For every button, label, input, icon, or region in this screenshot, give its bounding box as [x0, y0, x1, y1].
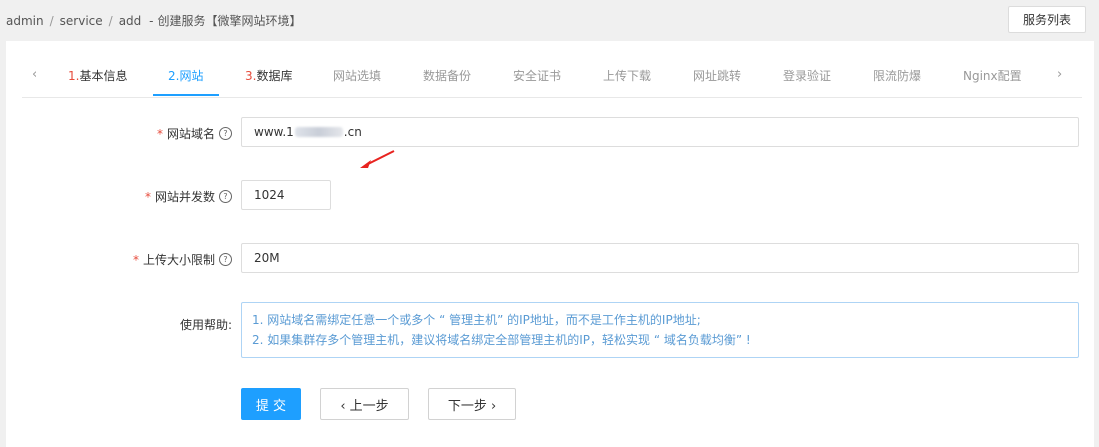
help-icon[interactable]: ?: [219, 127, 232, 140]
tab-url-redirect[interactable]: 网址跳转: [693, 67, 741, 84]
breadcrumb-add: add: [118, 14, 142, 28]
tab-nginx-config[interactable]: Nginx配置: [963, 67, 1022, 84]
breadcrumb-admin[interactable]: admin: [6, 14, 44, 28]
upload-limit-input[interactable]: 20M: [241, 243, 1079, 273]
help-label: 使用帮助:: [179, 318, 232, 332]
domain-input[interactable]: www.1 .cn: [241, 117, 1079, 147]
tab-database[interactable]: 3.数据库: [245, 67, 292, 84]
tab-next-arrow-icon[interactable]: ›: [1057, 67, 1062, 82]
upload-limit-label: * 上传大小限制?: [133, 251, 232, 268]
help-line-1: 1. 网站域名需绑定任意一个或多个 “ 管理主机” 的IP地址，而不是工作主机的…: [252, 313, 701, 327]
tab-prev-arrow-icon[interactable]: ‹: [32, 67, 37, 82]
submit-button[interactable]: 提 交: [241, 388, 301, 420]
help-icon[interactable]: ?: [219, 253, 232, 266]
domain-label: * 网站域名?: [157, 125, 232, 142]
active-tab-indicator: [153, 94, 219, 96]
help-icon[interactable]: ?: [219, 190, 232, 203]
prev-step-button[interactable]: ‹ 上一步: [320, 388, 409, 420]
tab-website-optional[interactable]: 网站选填: [333, 67, 381, 84]
usage-help-box: 1. 网站域名需绑定任意一个或多个 “ 管理主机” 的IP地址，而不是工作主机的…: [241, 302, 1079, 358]
next-step-button[interactable]: 下一步 ›: [428, 388, 516, 420]
tab-ssl-cert[interactable]: 安全证书: [513, 67, 561, 84]
form-card: ‹ 1.基本信息 2.网站 3.数据库 网站选填 数据备份 安全证书 上传下载 …: [6, 41, 1094, 447]
tab-login-auth[interactable]: 登录验证: [783, 67, 831, 84]
tab-data-backup[interactable]: 数据备份: [423, 67, 471, 84]
tab-basic-info[interactable]: 1.基本信息: [68, 67, 127, 84]
top-bar: admin / service / add - 创建服务【微擎网站环境】 服务列表: [0, 0, 1099, 40]
help-line-2: 2. 如果集群存多个管理主机，建议将域名绑定全部管理主机的IP，轻松实现 “ 域…: [252, 333, 751, 347]
concurrency-input[interactable]: 1024: [241, 180, 331, 210]
breadcrumb: admin / service / add - 创建服务【微擎网站环境】: [6, 14, 302, 28]
tab-upload-download[interactable]: 上传下载: [603, 67, 651, 84]
blurred-text: [294, 127, 343, 137]
tab-website[interactable]: 2.网站: [168, 67, 203, 84]
service-list-button[interactable]: 服务列表: [1008, 6, 1086, 33]
page-title: 创建服务【微擎网站环境】: [157, 14, 302, 28]
tab-rate-limit[interactable]: 限流防爆: [873, 67, 921, 84]
tab-bar: ‹ 1.基本信息 2.网站 3.数据库 网站选填 数据备份 安全证书 上传下载 …: [22, 55, 1082, 98]
concurrency-label: * 网站并发数?: [145, 188, 232, 205]
breadcrumb-service[interactable]: service: [60, 14, 103, 28]
annotation-arrow-icon: [360, 150, 395, 168]
